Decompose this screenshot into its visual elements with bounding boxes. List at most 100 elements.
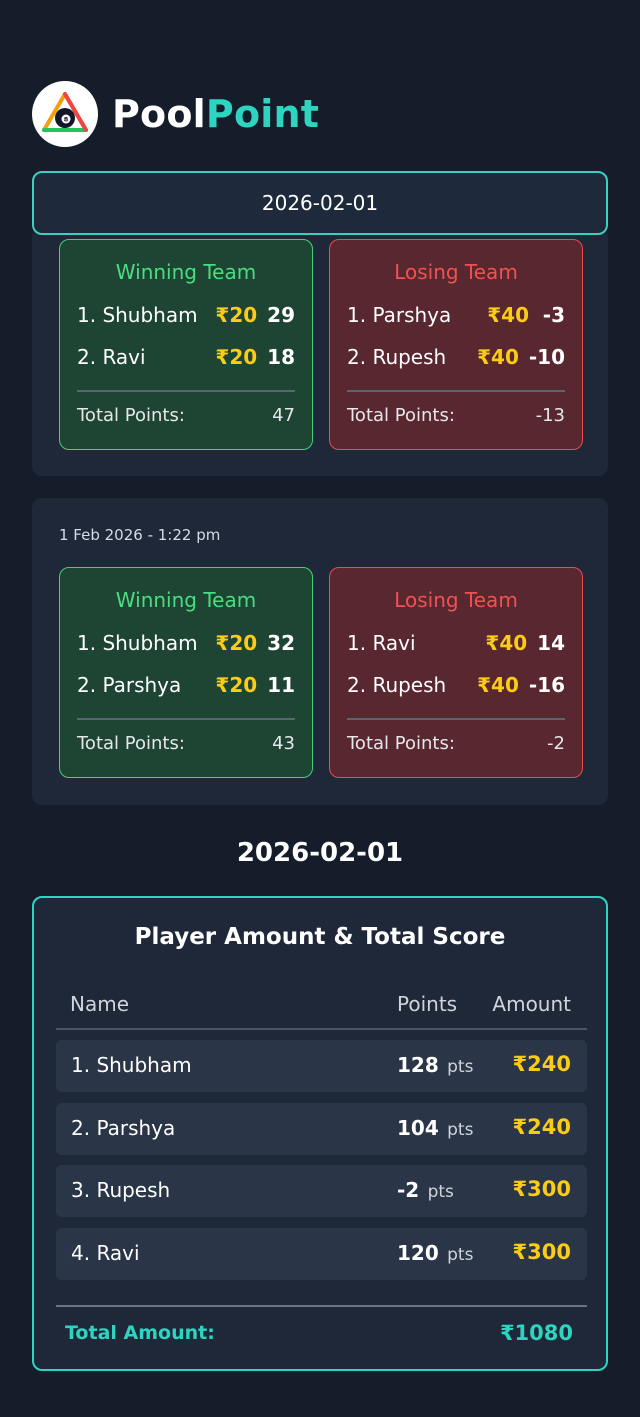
player-amount: ₹20 bbox=[215, 345, 258, 369]
player-name: 1. Parshya bbox=[347, 303, 452, 327]
divider bbox=[77, 390, 295, 392]
billiard-8-ball-triangle-icon: 8 bbox=[42, 92, 88, 132]
table-row: 4. Ravi 120 pts ₹300 bbox=[56, 1228, 587, 1280]
player-amount: ₹20 bbox=[215, 631, 258, 655]
team-player-row: 2. Rupesh ₹40 -16 bbox=[347, 664, 565, 706]
player-points: 29 bbox=[267, 303, 295, 327]
team-player-row: 2. Parshya ₹20 11 bbox=[77, 664, 295, 706]
row-points-value: 104 bbox=[397, 1116, 439, 1140]
row-amount: ₹300 bbox=[512, 1240, 571, 1264]
row-points: 128 pts bbox=[397, 1053, 473, 1077]
app-header: 8 PoolPoint bbox=[32, 80, 319, 148]
player-name: 2. Ravi bbox=[77, 345, 146, 369]
winning-team-title: Winning Team bbox=[115, 588, 257, 612]
row-amount: ₹300 bbox=[512, 1177, 571, 1201]
team-total: Total Points: -13 bbox=[347, 405, 565, 426]
match-card: Winning Team 1. Shubham ₹20 29 2. Ravi ₹… bbox=[32, 228, 608, 476]
row-points: 120 pts bbox=[397, 1241, 473, 1265]
table-row: 3. Rupesh -2 pts ₹300 bbox=[56, 1165, 587, 1217]
player-points: -16 bbox=[528, 673, 565, 697]
total-points-value: 43 bbox=[272, 733, 295, 754]
divider bbox=[56, 1305, 587, 1307]
row-points: 104 pts bbox=[397, 1116, 473, 1140]
row-amount: ₹240 bbox=[512, 1052, 571, 1076]
losing-team-title: Losing Team bbox=[394, 260, 518, 284]
total-points-label: Total Points: bbox=[77, 405, 185, 426]
player-name: 1. Shubham bbox=[77, 631, 198, 655]
player-points: -3 bbox=[542, 303, 565, 327]
team-player-row: 1. Ravi ₹40 14 bbox=[347, 622, 565, 664]
divider bbox=[77, 718, 295, 720]
date-picker[interactable]: 2026-02-01 bbox=[32, 171, 608, 235]
player-name: 1. Ravi bbox=[347, 631, 416, 655]
app-name-part1: Pool bbox=[112, 92, 206, 136]
summary-title: Player Amount & Total Score bbox=[134, 924, 506, 950]
app-logo: 8 bbox=[32, 81, 98, 147]
player-amount: ₹20 bbox=[215, 673, 258, 697]
player-amount: ₹20 bbox=[215, 303, 258, 327]
total-points-label: Total Points: bbox=[347, 405, 455, 426]
row-points: -2 pts bbox=[397, 1178, 454, 1202]
player-points: 14 bbox=[537, 631, 565, 655]
row-points-unit: pts bbox=[427, 1182, 454, 1202]
player-points: -10 bbox=[528, 345, 565, 369]
row-player-name: 4. Ravi bbox=[71, 1241, 140, 1265]
row-points-unit: pts bbox=[447, 1120, 474, 1140]
team-total: Total Points: 43 bbox=[77, 733, 295, 754]
player-name: 2. Rupesh bbox=[347, 673, 447, 697]
total-points-value: 47 bbox=[272, 405, 295, 426]
total-points-label: Total Points: bbox=[77, 733, 185, 754]
total-points-label: Total Points: bbox=[347, 733, 455, 754]
team-player-row: 2. Rupesh ₹40 -10 bbox=[347, 336, 565, 378]
total-points-value: -13 bbox=[535, 405, 565, 426]
table-header: Name Points Amount bbox=[56, 988, 587, 1030]
team-player-row: 1. Shubham ₹20 29 bbox=[77, 294, 295, 336]
player-points: 11 bbox=[267, 673, 295, 697]
player-name: 2. Rupesh bbox=[347, 345, 447, 369]
losing-team-card: Losing Team 1. Ravi ₹40 14 2. Rupesh ₹40… bbox=[329, 567, 583, 778]
total-points-value: -2 bbox=[547, 733, 565, 754]
column-header-amount: Amount bbox=[492, 992, 571, 1016]
player-points: 18 bbox=[267, 345, 295, 369]
table-row: 1. Shubham 128 pts ₹240 bbox=[56, 1040, 587, 1092]
team-player-row: 1. Parshya ₹40 -3 bbox=[347, 294, 565, 336]
app-name: PoolPoint bbox=[112, 92, 319, 136]
losing-team-card: Losing Team 1. Parshya ₹40 -3 2. Rupesh … bbox=[329, 239, 583, 450]
row-points-value: -2 bbox=[397, 1178, 420, 1202]
row-points-unit: pts bbox=[447, 1245, 474, 1265]
total-amount-value: ₹1080 bbox=[499, 1321, 573, 1345]
total-amount-label: Total Amount: bbox=[65, 1322, 215, 1344]
player-name: 2. Parshya bbox=[77, 673, 182, 697]
svg-text:8: 8 bbox=[64, 116, 69, 124]
column-header-name: Name bbox=[70, 992, 130, 1016]
match-timestamp: 1 Feb 2026 - 1:22 pm bbox=[59, 526, 221, 544]
team-player-row: 1. Shubham ₹20 32 bbox=[77, 622, 295, 664]
divider bbox=[347, 390, 565, 392]
row-player-name: 2. Parshya bbox=[71, 1116, 176, 1140]
player-amount: ₹40 bbox=[477, 673, 519, 697]
winning-team-card: Winning Team 1. Shubham ₹20 29 2. Ravi ₹… bbox=[59, 239, 313, 450]
player-amount: ₹40 bbox=[485, 631, 528, 655]
table-row: 2. Parshya 104 pts ₹240 bbox=[56, 1103, 587, 1155]
row-player-name: 1. Shubham bbox=[71, 1053, 192, 1077]
player-points: 32 bbox=[267, 631, 295, 655]
row-points-unit: pts bbox=[447, 1057, 474, 1077]
losing-team-title: Losing Team bbox=[394, 588, 518, 612]
player-name: 1. Shubham bbox=[77, 303, 198, 327]
match-card: 1 Feb 2026 - 1:22 pm Winning Team 1. Shu… bbox=[32, 498, 608, 805]
team-total: Total Points: 47 bbox=[77, 405, 295, 426]
winning-team-title: Winning Team bbox=[115, 260, 257, 284]
app-name-part2: Point bbox=[205, 92, 320, 136]
row-points-value: 128 bbox=[397, 1053, 439, 1077]
winning-team-card: Winning Team 1. Shubham ₹20 32 2. Parshy… bbox=[59, 567, 313, 778]
player-amount: ₹40 bbox=[477, 345, 519, 369]
summary-date-heading: 2026-02-01 bbox=[236, 838, 404, 868]
player-amount: ₹40 bbox=[487, 303, 529, 327]
column-header-points: Points bbox=[397, 992, 458, 1016]
row-amount: ₹240 bbox=[512, 1115, 571, 1139]
row-points-value: 120 bbox=[397, 1241, 439, 1265]
team-total: Total Points: -2 bbox=[347, 733, 565, 754]
summary-card: Player Amount & Total Score Name Points … bbox=[32, 896, 608, 1371]
row-player-name: 3. Rupesh bbox=[71, 1178, 171, 1202]
divider bbox=[347, 718, 565, 720]
